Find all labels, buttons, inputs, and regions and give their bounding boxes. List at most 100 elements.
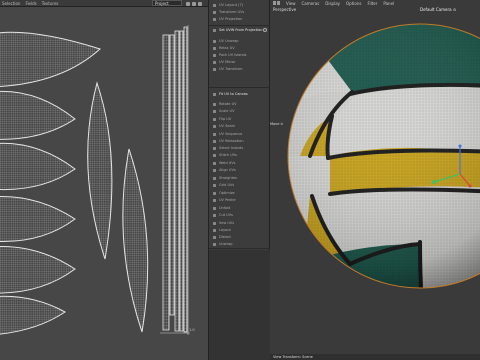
- tool-item-icon: [213, 191, 216, 195]
- tool-item-icon: [213, 60, 216, 64]
- tool-item-label: Grid UVs: [219, 183, 235, 187]
- tool-item[interactable]: UV Layout (7): [209, 2, 270, 8]
- tool-item-label: Optimize: [219, 191, 235, 195]
- tool-item[interactable]: Rotate UV: [209, 101, 270, 107]
- tool-item-icon: [213, 3, 216, 7]
- vp-menu-view[interactable]: View: [286, 1, 296, 6]
- tool-item[interactable]: Optimize: [209, 190, 270, 196]
- tool-item-icon: [213, 176, 216, 180]
- tool-item-label: Relax UV: [219, 46, 235, 50]
- uv-tool-panel: UV Layout (7) Transform UVs UV Projection S…: [208, 0, 270, 360]
- tool-item[interactable]: Unwrap: [209, 241, 270, 247]
- tool-item[interactable]: UV Unwrap: [209, 38, 270, 44]
- tool-item-label: Transform UVs: [219, 10, 245, 14]
- tool-item[interactable]: UV Transform: [209, 66, 270, 72]
- tool-item-label: UV Unwrap: [219, 39, 239, 43]
- tool-item[interactable]: Unfold: [209, 205, 270, 211]
- tool-item-icon: [213, 228, 216, 232]
- tool-item-icon: [213, 183, 216, 187]
- vp-menu-display[interactable]: Display: [325, 1, 340, 6]
- tool-item-label: Straighten: [219, 176, 238, 180]
- tool-item[interactable]: UV Seam: [209, 123, 270, 129]
- tool-panel-empty-area: [209, 250, 270, 360]
- tool-item-label: UV Layout (7): [219, 3, 244, 7]
- basketball-render: [270, 6, 480, 354]
- camera-selector[interactable]: Default Camera ⊙: [420, 7, 456, 12]
- tool-item[interactable]: Cut UVs: [209, 212, 270, 218]
- tool-item-icon: [213, 161, 216, 165]
- uv-tool-icon[interactable]: [186, 1, 190, 6]
- projection-dropdown[interactable]: Project: [152, 0, 182, 6]
- tool-item[interactable]: Fit UV to Canvas: [209, 91, 270, 97]
- viewport-status-bar: View Transform: Scene: [270, 354, 480, 360]
- tool-item-icon: [213, 53, 216, 57]
- tool-item[interactable]: Set UVW From Projection: [209, 27, 270, 33]
- tool-item-icon: [213, 102, 216, 106]
- uv-tool-icon[interactable]: [198, 1, 202, 6]
- tool-separator: [209, 25, 270, 26]
- uv-island: [0, 142, 76, 191]
- tool-item-label: UV Peeler: [219, 198, 236, 202]
- tool-item[interactable]: Flip UV: [209, 116, 270, 122]
- uv-strip: [169, 34, 175, 316]
- tool-item[interactable]: Select Islands: [209, 145, 270, 151]
- uv-menu-selection[interactable]: Selection: [2, 1, 20, 6]
- tool-item-icon: [213, 46, 216, 50]
- tool-item-label: UV Sequence: [219, 132, 243, 136]
- tool-item[interactable]: Align UVs: [209, 167, 270, 173]
- vp-menu-cameras[interactable]: Cameras: [302, 1, 320, 6]
- tool-item-label: Sew UVs: [219, 221, 235, 225]
- tool-item-label: Align UVs: [219, 168, 236, 172]
- tool-item[interactable]: UV Sequence: [209, 131, 270, 137]
- tool-item[interactable]: Layout: [209, 227, 270, 233]
- tool-item-label: Stitch UVs: [219, 153, 237, 157]
- uv-toolbar: [186, 0, 208, 7]
- tool-item-icon: [213, 139, 216, 143]
- tool-item[interactable]: Weld UVs: [209, 160, 270, 166]
- tool-item[interactable]: Relax UV: [209, 45, 270, 51]
- tool-item[interactable]: Grid UVs: [209, 182, 270, 188]
- tool-item[interactable]: Stitch UVs: [209, 152, 270, 158]
- tool-item[interactable]: UV Projection: [209, 16, 270, 22]
- uv-tool-icon[interactable]: [192, 1, 196, 6]
- uv-strip: [162, 34, 170, 331]
- tool-item-icon: [213, 39, 216, 43]
- tool-item-label: UV Transform: [219, 67, 243, 71]
- uv-island: [122, 148, 149, 333]
- vp-menu-panel[interactable]: Panel: [383, 1, 394, 6]
- tool-item[interactable]: Transform UVs: [209, 9, 270, 15]
- tool-item[interactable]: Pack UV Islands: [209, 52, 270, 58]
- tool-item-label: Layout: [219, 228, 231, 232]
- tool-item-label: Rotate UV: [219, 102, 237, 106]
- uv-menu-fields[interactable]: Fields: [25, 1, 36, 6]
- uv-menu-textures[interactable]: Textures: [42, 1, 59, 6]
- tool-item-label: Unfold: [219, 206, 231, 210]
- perspective-viewport[interactable]: Perspective Default Camera ⊙ Move ⊙: [270, 6, 480, 354]
- vp-menu-filter[interactable]: Filter: [367, 1, 377, 6]
- tool-item-label: Select Islands: [219, 146, 244, 150]
- uv-island: [0, 196, 76, 242]
- uv-canvas[interactable]: 1.0: [0, 7, 208, 360]
- tool-item[interactable]: Scale UV: [209, 108, 270, 114]
- tool-item-icon: [213, 198, 216, 202]
- uv-strip: [179, 30, 184, 332]
- tool-item[interactable]: UV Mirror: [209, 59, 270, 65]
- tool-item-icon: [213, 213, 216, 217]
- uv-island: [0, 246, 76, 294]
- tool-separator: [209, 87, 270, 88]
- tool-item-label: Fit UV to Canvas: [219, 92, 248, 96]
- viewport-layout-icon[interactable]: [273, 1, 281, 5]
- uv-island: [87, 81, 113, 260]
- tool-item-label: Flip UV: [219, 117, 232, 121]
- tool-item-label: UV Seam: [219, 124, 235, 128]
- gear-icon[interactable]: [263, 28, 267, 32]
- tool-item[interactable]: Straighten: [209, 175, 270, 181]
- tool-item[interactable]: UV Peeler: [209, 197, 270, 203]
- tool-item[interactable]: Sew UVs: [209, 220, 270, 226]
- tool-item-icon: [213, 17, 216, 21]
- vp-menu-options[interactable]: Options: [346, 1, 361, 6]
- tool-item-icon: [213, 168, 216, 172]
- tool-item[interactable]: Distort: [209, 234, 270, 240]
- tool-item[interactable]: UV Relaxation: [209, 138, 270, 144]
- tool-item-label: Cut UVs: [219, 213, 233, 217]
